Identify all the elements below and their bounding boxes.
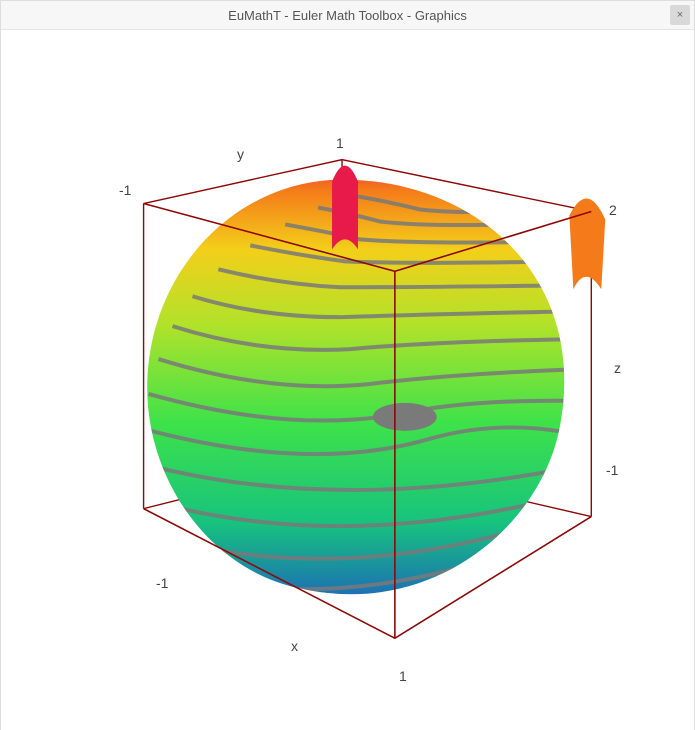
close-icon[interactable]: × <box>670 5 690 25</box>
y-axis-label: y <box>237 146 244 162</box>
graphics-window: EuMathT - Euler Math Toolbox - Graphics … <box>0 0 695 730</box>
y-tick-plus1: 1 <box>336 135 344 151</box>
saddle-region <box>373 403 437 431</box>
titlebar[interactable]: EuMathT - Euler Math Toolbox - Graphics … <box>1 1 694 30</box>
window-title: EuMathT - Euler Math Toolbox - Graphics <box>228 8 467 23</box>
x-axis-label: x <box>291 638 298 654</box>
z-axis-label: z <box>614 360 621 376</box>
y-tick-minus1: -1 <box>119 182 131 198</box>
x-tick-plus1: 1 <box>399 668 407 684</box>
z-tick-minus1: -1 <box>606 462 618 478</box>
plot-surface <box>121 150 620 649</box>
x-tick-minus1: -1 <box>156 575 168 591</box>
surface-plot <box>1 30 694 730</box>
z-tick-plus2: 2 <box>609 202 617 218</box>
plot-area[interactable]: y 1 -1 2 z -1 -1 x 1 <box>1 30 694 730</box>
